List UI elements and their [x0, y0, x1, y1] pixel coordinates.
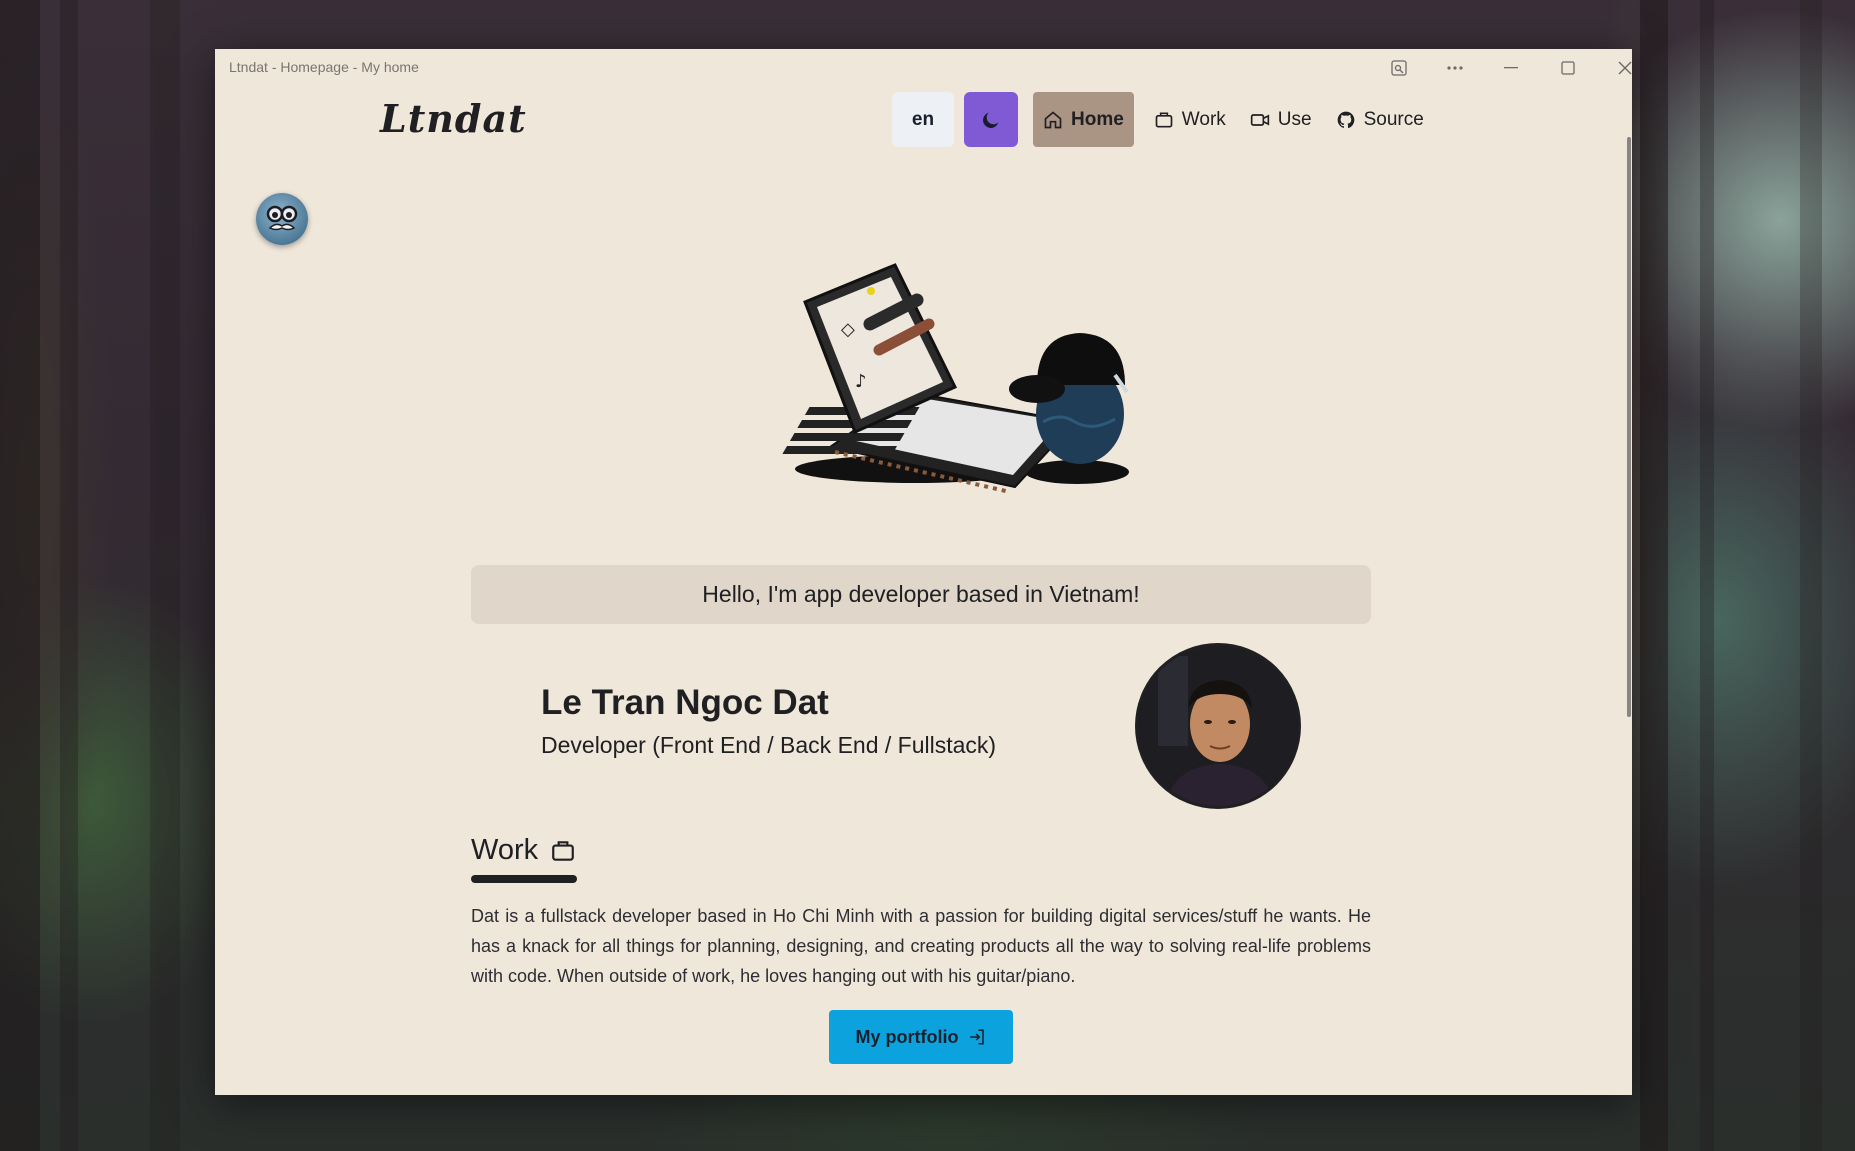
profile-role: Developer (Front End / Back End / Fullst…: [541, 732, 997, 758]
mascot-avatar-button[interactable]: [256, 193, 308, 245]
page-scrollbar[interactable]: [1626, 87, 1632, 1095]
laptop-illustration: ◇ ♪: [782, 263, 1129, 494]
close-icon[interactable]: [1603, 55, 1632, 81]
section-underline: [471, 875, 577, 883]
nav-home-link[interactable]: Home: [1033, 92, 1134, 147]
svg-text:♪: ♪: [855, 371, 867, 392]
site-logo[interactable]: Ltndat: [380, 96, 527, 141]
moon-icon: [983, 112, 999, 128]
nav-work-link[interactable]: Work: [1144, 92, 1236, 147]
hero-illustration: ◇ ♪: [775, 207, 1135, 497]
video-icon: [1250, 113, 1269, 126]
login-arrow-icon: [970, 1029, 985, 1045]
scrollbar-thumb[interactable]: [1627, 137, 1631, 717]
profile-name: Le Tran Ngoc Dat: [541, 683, 829, 722]
maximize-icon[interactable]: [1546, 55, 1590, 81]
svg-text:◇: ◇: [841, 319, 855, 340]
nav-use-link[interactable]: Use: [1240, 92, 1322, 147]
work-bio-paragraph: Dat is a fullstack developer based in Ho…: [471, 906, 1371, 986]
title-bar: Ltndat - Homepage - My home: [215, 49, 1632, 87]
nav-use-label: Use: [1277, 108, 1312, 130]
briefcase-icon: [1155, 112, 1173, 127]
browser-window: Ltndat - Homepage - My home Ltndat en Ho…: [215, 49, 1632, 1095]
nav-source-label: Source: [1363, 108, 1424, 130]
nav-home-label: Home: [1071, 108, 1124, 130]
more-options-icon[interactable]: [1433, 55, 1477, 81]
home-icon: [1044, 110, 1062, 128]
app-menu-icon[interactable]: [1377, 55, 1421, 81]
work-section-label: Work: [471, 834, 539, 866]
briefcase-icon: [552, 840, 574, 861]
main-nav: en Home Work Use Source: [892, 92, 1434, 147]
nav-source-link[interactable]: Source: [1326, 92, 1434, 147]
glasses-mustache-icon: [266, 205, 298, 231]
language-toggle-button[interactable]: en: [892, 92, 954, 147]
work-section-title: Work: [471, 834, 576, 867]
theme-toggle-button[interactable]: [964, 92, 1018, 147]
my-portfolio-button[interactable]: My portfolio: [829, 1010, 1013, 1064]
window-title: Ltndat - Homepage - My home: [229, 59, 419, 75]
portfolio-button-label: My portfolio: [855, 1026, 959, 1047]
nav-work-label: Work: [1181, 108, 1226, 130]
profile-photo: [1135, 643, 1301, 809]
greeting-banner: Hello, I'm app developer based in Vietna…: [471, 565, 1371, 624]
minimize-icon[interactable]: [1489, 55, 1533, 81]
github-icon: [1337, 111, 1354, 128]
